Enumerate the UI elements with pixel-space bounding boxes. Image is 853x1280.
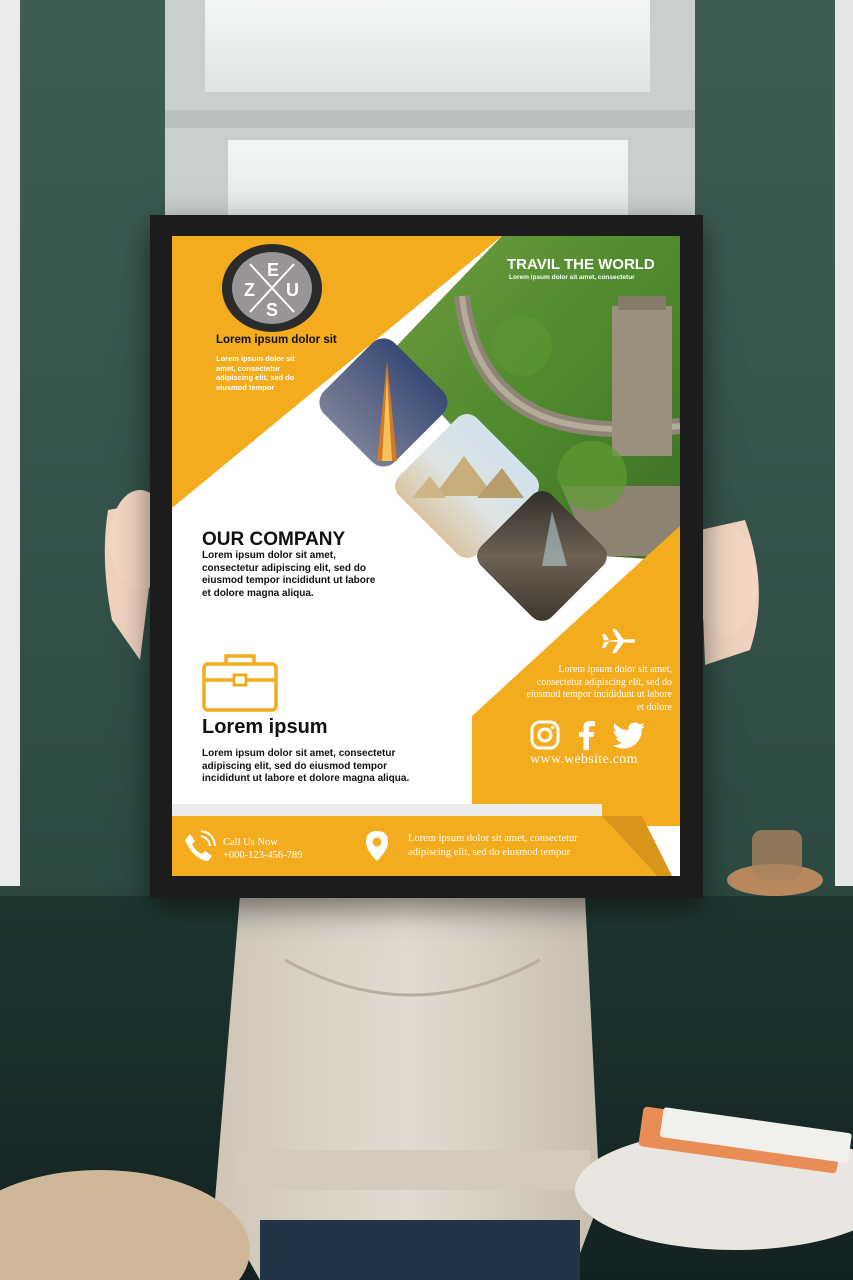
section-title: Lorem ipsum (202, 716, 328, 738)
phone-number[interactable]: +000-123-456-789 (223, 850, 302, 861)
travel-poster: E Z U S Lorem ipsum dolor sit Lorem ipsu… (172, 236, 680, 876)
twitter-icon[interactable] (612, 722, 646, 750)
website-link[interactable]: www.website.com (530, 752, 638, 768)
headline: TRAVIL THE WORLD (507, 256, 655, 273)
phone-icon (185, 830, 216, 861)
headline-subtext: Lorem ipsum dolor sit amet, consectetur (509, 274, 635, 281)
logo-tagline: Lorem ipsum dolor sit (216, 334, 337, 346)
logo-letter: E (267, 260, 280, 280)
company-title: OUR COMPANY (202, 529, 346, 550)
logo-letter: S (266, 300, 279, 320)
airplane-icon (602, 629, 635, 653)
briefcase-icon (202, 654, 278, 712)
logo-letter: U (286, 280, 299, 300)
address-text: Lorem ipsum dolor sit amet, consectetur … (408, 833, 578, 858)
logo: E Z U S (222, 244, 322, 332)
facebook-icon[interactable] (577, 720, 597, 750)
right-body-text: Lorem ipsum dolor sit amet, consectetur … (526, 664, 672, 713)
instagram-icon[interactable] (530, 720, 560, 750)
section-body-text: Lorem ipsum dolor sit amet, consectetur … (202, 748, 410, 784)
company-body-text: Lorem ipsum dolor sit amet, consectetur … (202, 550, 376, 599)
logo-body-text: Lorem ipsum dolor sit amet, consectetur … (216, 354, 295, 392)
call-label: Call Us Now (223, 837, 278, 848)
location-pin-icon (366, 831, 388, 861)
logo-letter: Z (244, 280, 255, 300)
